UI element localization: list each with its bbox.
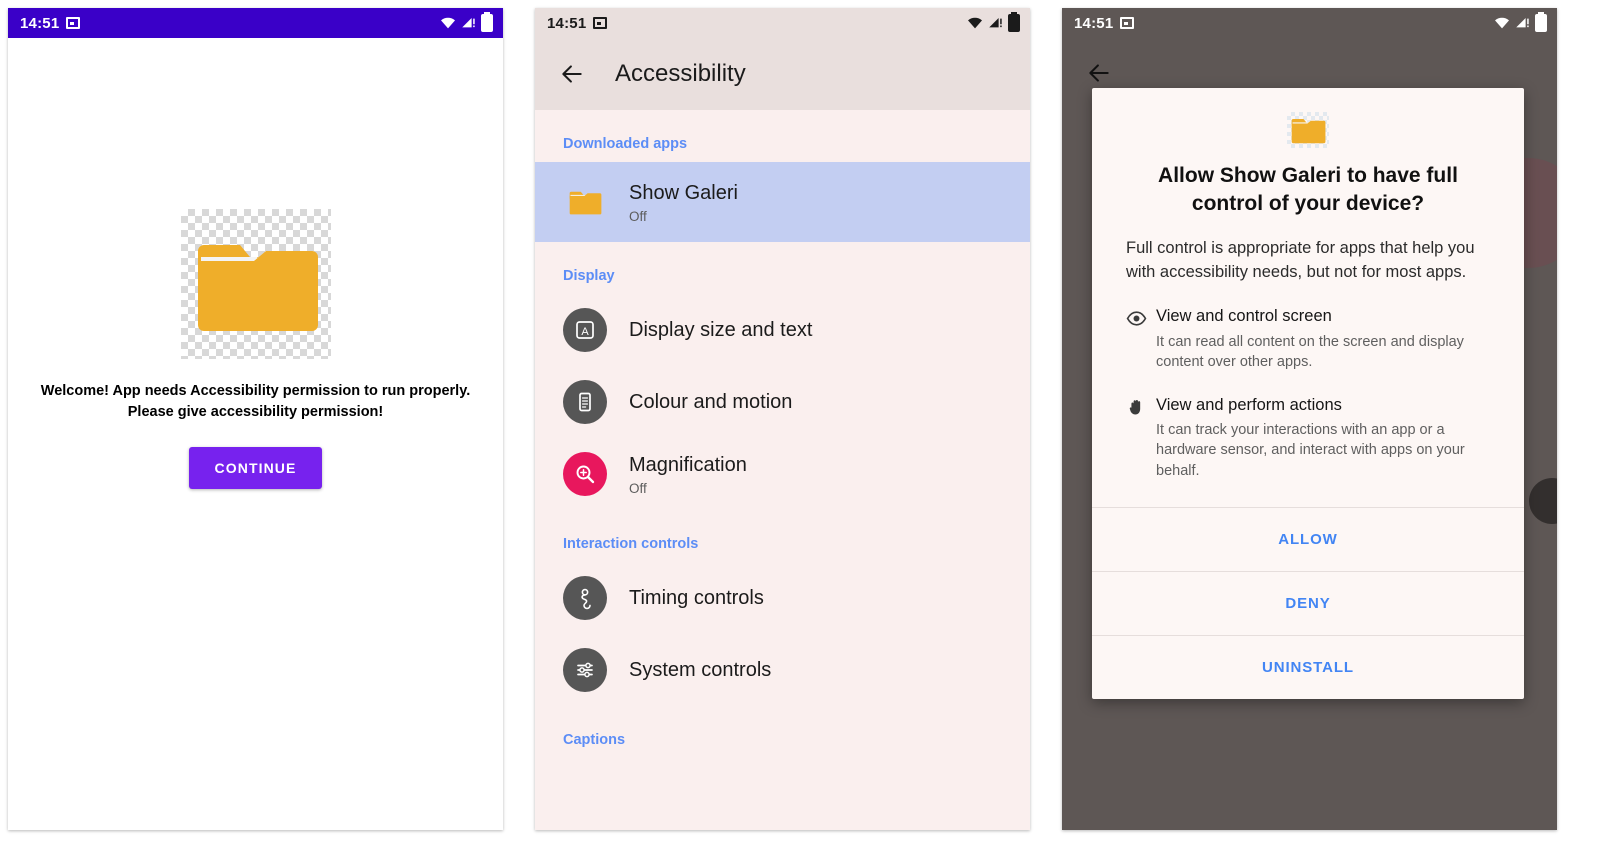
status-bar: 14:51 (8, 8, 503, 38)
settings-list[interactable]: Downloaded apps Show Galeri Off Display (535, 110, 1030, 830)
list-item-magnification[interactable]: Magnification Off (535, 438, 1030, 510)
folder-icon (197, 244, 318, 331)
list-item-system-controls[interactable]: System controls (535, 634, 1030, 706)
wifi-icon (968, 17, 982, 29)
list-item-show-galeri[interactable]: Show Galeri Off (535, 162, 1030, 242)
row-text: Colour and motion (629, 390, 792, 414)
page-title: Accessibility (615, 60, 746, 87)
welcome-body: Welcome! App needs Accessibility permiss… (8, 38, 503, 830)
list-item-subtitle: Off (629, 480, 647, 496)
wifi-icon (441, 17, 455, 29)
app-icon-backdrop (180, 208, 331, 359)
app-bar: Accessibility (535, 38, 1030, 110)
status-time: 14:51 (547, 14, 587, 32)
dialog-actions: ALLOW DENY UNINSTALL (1092, 507, 1524, 699)
status-bar-right (440, 12, 493, 32)
row-icon (563, 380, 607, 424)
colour-motion-icon (563, 380, 607, 424)
cast-icon (593, 17, 608, 29)
list-item-timing-controls[interactable]: Timing controls (535, 562, 1030, 634)
phone-panel-permission-dialog: 14:51 Allow Show Galeri to have full con… (1062, 8, 1557, 830)
continue-button[interactable]: CONTINUE (188, 447, 323, 490)
phone-panel-welcome: 14:51 Welcome! App needs Accessibility p… (8, 8, 503, 830)
battery-icon (1535, 12, 1547, 32)
allow-button[interactable]: ALLOW (1092, 507, 1524, 571)
magnification-icon (563, 452, 607, 496)
folder-icon (1291, 119, 1326, 144)
row-text: System controls (629, 658, 771, 682)
dialog-icon-backdrop (1287, 112, 1329, 148)
capability-detail: It can read all content on the screen an… (1156, 333, 1464, 371)
status-bar-left: 14:51 (20, 14, 81, 32)
section-heading-display: Display (563, 268, 615, 284)
capability-view-and-perform-actions: View and perform actions It can track yo… (1092, 373, 1524, 482)
eye-icon (1126, 306, 1156, 372)
folder-icon (569, 191, 602, 215)
dialog-title: Allow Show Galeri to have full control o… (1158, 164, 1458, 215)
uninstall-button[interactable]: UNINSTALL (1092, 635, 1524, 699)
row-text: Show Galeri Off (629, 181, 738, 224)
list-item-display-size-and-text[interactable]: A Display size and text (535, 294, 1030, 366)
list-item-title: Display size and text (629, 319, 813, 341)
dialog-description: Full control is appropriate for apps tha… (1126, 239, 1475, 281)
row-icon (563, 180, 607, 224)
capability-view-and-control-screen: View and control screen It can read all … (1092, 284, 1524, 372)
capability-text: View and perform actions It can track yo… (1156, 395, 1490, 482)
row-icon (563, 576, 607, 620)
dialog-icon-wrap (1092, 88, 1524, 158)
screenshot-stage: 14:51 Welcome! App needs Accessibility p… (0, 0, 1600, 860)
list-item-title: Show Galeri (629, 181, 738, 204)
signal-icon (989, 18, 1002, 28)
row-text: Magnification Off (629, 453, 747, 496)
battery-icon (1008, 12, 1020, 32)
cast-icon (1120, 17, 1135, 29)
wifi-icon (1495, 17, 1509, 29)
signal-icon (1516, 18, 1529, 28)
background-dimmed-icon (1529, 478, 1557, 524)
back-arrow-icon[interactable] (559, 61, 585, 87)
list-item-title: Colour and motion (629, 391, 793, 413)
status-bar-right (967, 12, 1020, 32)
status-bar-right (1494, 12, 1547, 32)
svg-text:A: A (581, 326, 589, 338)
row-text: Timing controls (629, 586, 764, 610)
status-bar: 14:51 (1062, 8, 1557, 38)
cast-icon (66, 17, 81, 29)
list-item-title: Magnification (629, 453, 747, 476)
capability-detail: It can track your interactions with an a… (1156, 422, 1465, 479)
capability-text: View and control screen It can read all … (1156, 306, 1490, 372)
status-bar-left: 14:51 (547, 14, 608, 32)
section-heading-captions: Captions (563, 732, 626, 748)
capability-title: View and perform actions (1156, 395, 1342, 414)
list-item-colour-and-motion[interactable]: Colour and motion (535, 366, 1030, 438)
status-time: 14:51 (1074, 14, 1114, 32)
permission-dialog: Allow Show Galeri to have full control o… (1092, 88, 1524, 700)
phone-panel-accessibility-settings: 14:51 Accessibility Downloaded apps Show… (535, 8, 1030, 830)
status-bar: 14:51 (535, 8, 1030, 38)
list-item-subtitle: Off (629, 208, 647, 224)
list-item-title: Timing controls (629, 587, 764, 609)
row-icon (563, 452, 607, 496)
system-controls-icon (563, 648, 607, 692)
hand-icon (1126, 395, 1156, 482)
row-icon (563, 648, 607, 692)
back-arrow-icon[interactable] (1086, 60, 1112, 86)
signal-icon (462, 18, 475, 28)
row-text: Display size and text (629, 318, 812, 342)
list-item-title: System controls (629, 659, 772, 681)
display-size-icon: A (563, 308, 607, 352)
section-heading-downloaded-apps: Downloaded apps (563, 136, 688, 152)
capability-title: View and control screen (1156, 307, 1332, 326)
deny-button[interactable]: DENY (1092, 571, 1524, 635)
timing-controls-icon (563, 576, 607, 620)
row-icon: A (563, 308, 607, 352)
status-time: 14:51 (20, 14, 60, 32)
section-heading-interaction-controls: Interaction controls (563, 536, 699, 552)
welcome-message: Welcome! App needs Accessibility permiss… (40, 382, 471, 420)
status-bar-left: 14:51 (1074, 14, 1135, 32)
battery-icon (481, 12, 493, 32)
